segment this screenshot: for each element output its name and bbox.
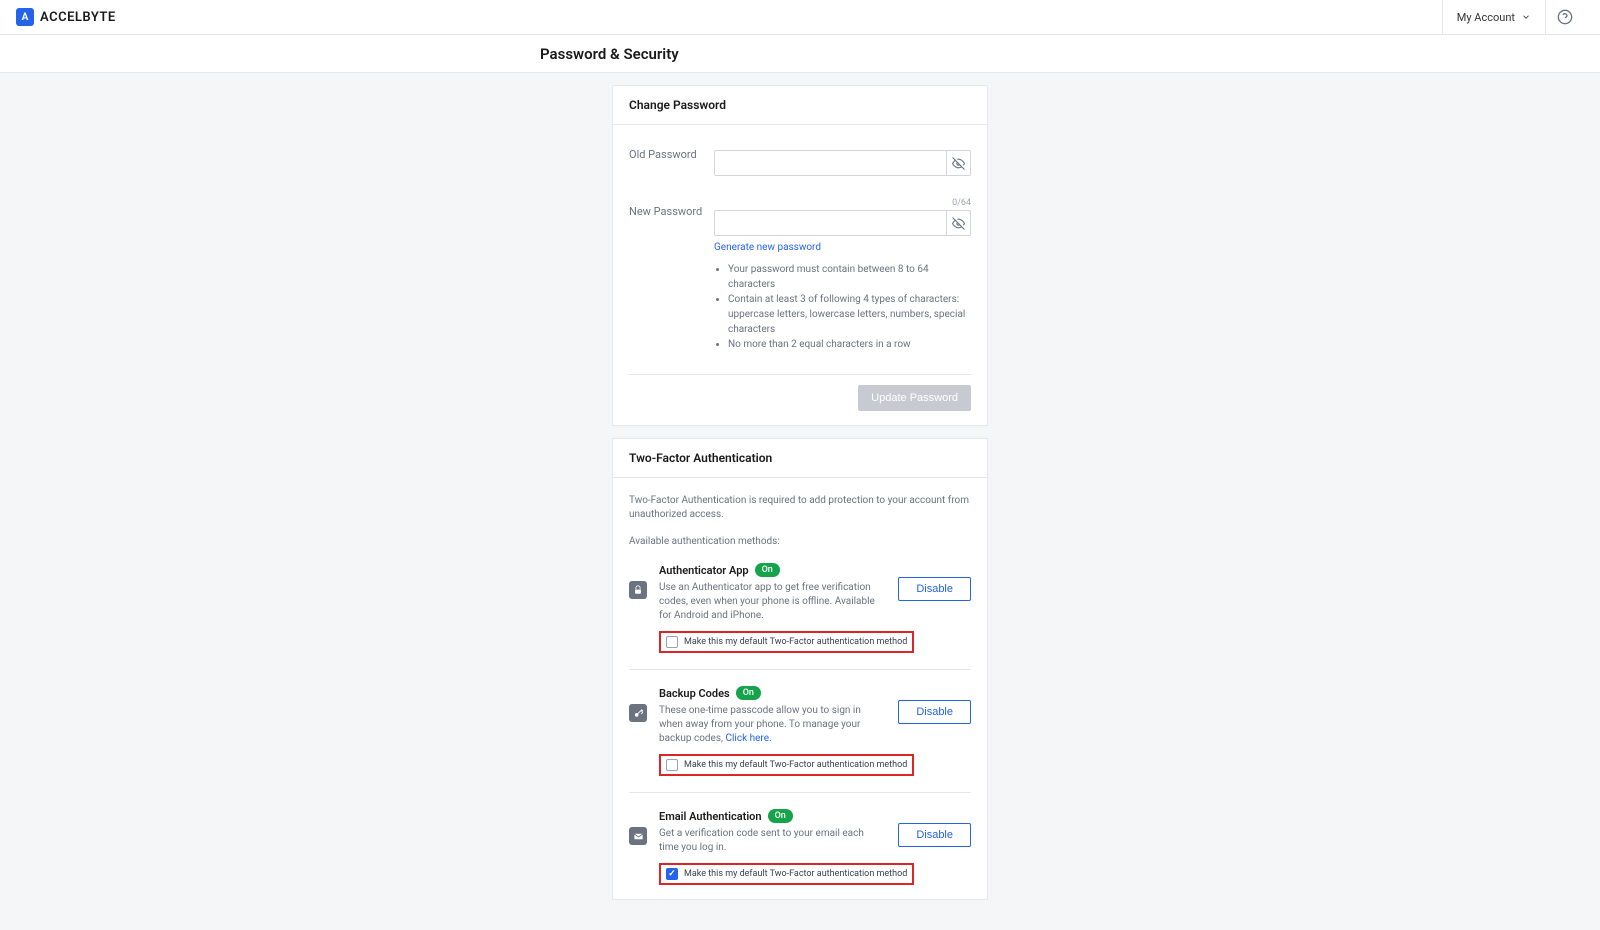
lock-icon xyxy=(629,581,647,599)
card-header: Change Password xyxy=(613,86,987,125)
status-badge-on: On xyxy=(768,809,793,823)
topbar-right: My Account xyxy=(1442,0,1584,35)
default-checkbox-label: Make this my default Two-Factor authenti… xyxy=(684,760,907,770)
tfa-method-title: Email Authentication xyxy=(659,810,762,823)
account-dropdown-label: My Account xyxy=(1457,11,1515,24)
old-password-visibility-toggle[interactable] xyxy=(946,151,970,175)
new-password-visibility-toggle[interactable] xyxy=(946,211,970,235)
old-password-row: Old Password xyxy=(629,141,971,176)
default-checkbox-row-backup[interactable]: Make this my default Two-Factor authenti… xyxy=(659,754,914,776)
password-rule: No more than 2 equal characters in a row xyxy=(728,337,971,352)
new-password-row: New Password 0/64 Generate new password xyxy=(629,198,971,352)
tfa-title: Two-Factor Authentication xyxy=(629,451,971,465)
old-password-label: Old Password xyxy=(629,141,714,161)
update-password-button[interactable]: Update Password xyxy=(858,385,971,411)
tfa-method-email: Email Authentication On Get a verificati… xyxy=(629,809,971,885)
default-checkbox-authenticator[interactable] xyxy=(666,636,678,648)
eye-off-icon xyxy=(952,157,965,170)
new-password-counter: 0/64 xyxy=(714,198,971,208)
tfa-method-title: Backup Codes xyxy=(659,687,730,700)
status-badge-on: On xyxy=(755,563,780,577)
eye-off-icon xyxy=(952,217,965,230)
topbar: A ACCELBYTE My Account xyxy=(0,0,1600,35)
help-icon xyxy=(1557,9,1573,25)
password-rules: Your password must contain between 8 to … xyxy=(714,262,971,352)
main-content: Change Password Old Password xyxy=(0,73,1600,930)
old-password-group xyxy=(714,150,971,176)
account-dropdown[interactable]: My Account xyxy=(1442,0,1546,35)
card-header: Two-Factor Authentication xyxy=(613,439,987,478)
password-rule: Contain at least 3 of following 4 types … xyxy=(728,292,971,337)
brand-logo-icon: A xyxy=(16,8,34,26)
chevron-down-icon xyxy=(1521,12,1531,22)
disable-authenticator-button[interactable]: Disable xyxy=(898,577,971,601)
disable-backup-codes-button[interactable]: Disable xyxy=(898,700,971,724)
help-button[interactable] xyxy=(1546,0,1584,35)
default-checkbox-label: Make this my default Two-Factor authenti… xyxy=(684,637,907,647)
brand[interactable]: A ACCELBYTE xyxy=(16,8,116,26)
default-checkbox-label: Make this my default Two-Factor authenti… xyxy=(684,869,907,879)
mail-icon xyxy=(629,827,647,845)
tfa-method-title: Authenticator App xyxy=(659,564,749,577)
generate-password-link[interactable]: Generate new password xyxy=(714,242,821,253)
tfa-method-backup-codes: Backup Codes On These one-time passcode … xyxy=(629,686,971,793)
new-password-label: New Password xyxy=(629,198,714,218)
tfa-method-authenticator: Authenticator App On Use an Authenticato… xyxy=(629,563,971,670)
page-header: Password & Security xyxy=(0,35,1600,73)
new-password-group xyxy=(714,210,971,236)
disable-email-button[interactable]: Disable xyxy=(898,823,971,847)
default-checkbox-row-email[interactable]: Make this my default Two-Factor authenti… xyxy=(659,863,914,885)
page-title: Password & Security xyxy=(540,45,1600,63)
key-icon xyxy=(629,704,647,722)
tfa-available-label: Available authentication methods: xyxy=(629,536,971,547)
status-badge-on: On xyxy=(736,686,761,700)
old-password-input[interactable] xyxy=(715,151,946,175)
password-rule: Your password must contain between 8 to … xyxy=(728,262,971,292)
default-checkbox-email[interactable] xyxy=(666,868,678,880)
default-checkbox-backup[interactable] xyxy=(666,759,678,771)
tfa-description: Two-Factor Authentication is required to… xyxy=(629,494,971,522)
change-password-title: Change Password xyxy=(629,98,971,112)
change-password-card: Change Password Old Password xyxy=(612,85,988,426)
default-checkbox-row-authenticator[interactable]: Make this my default Two-Factor authenti… xyxy=(659,631,914,653)
manage-backup-codes-link[interactable]: Click here. xyxy=(725,733,771,744)
new-password-input[interactable] xyxy=(715,211,946,235)
brand-text: ACCELBYTE xyxy=(40,10,116,25)
tfa-card: Two-Factor Authentication Two-Factor Aut… xyxy=(612,438,988,900)
